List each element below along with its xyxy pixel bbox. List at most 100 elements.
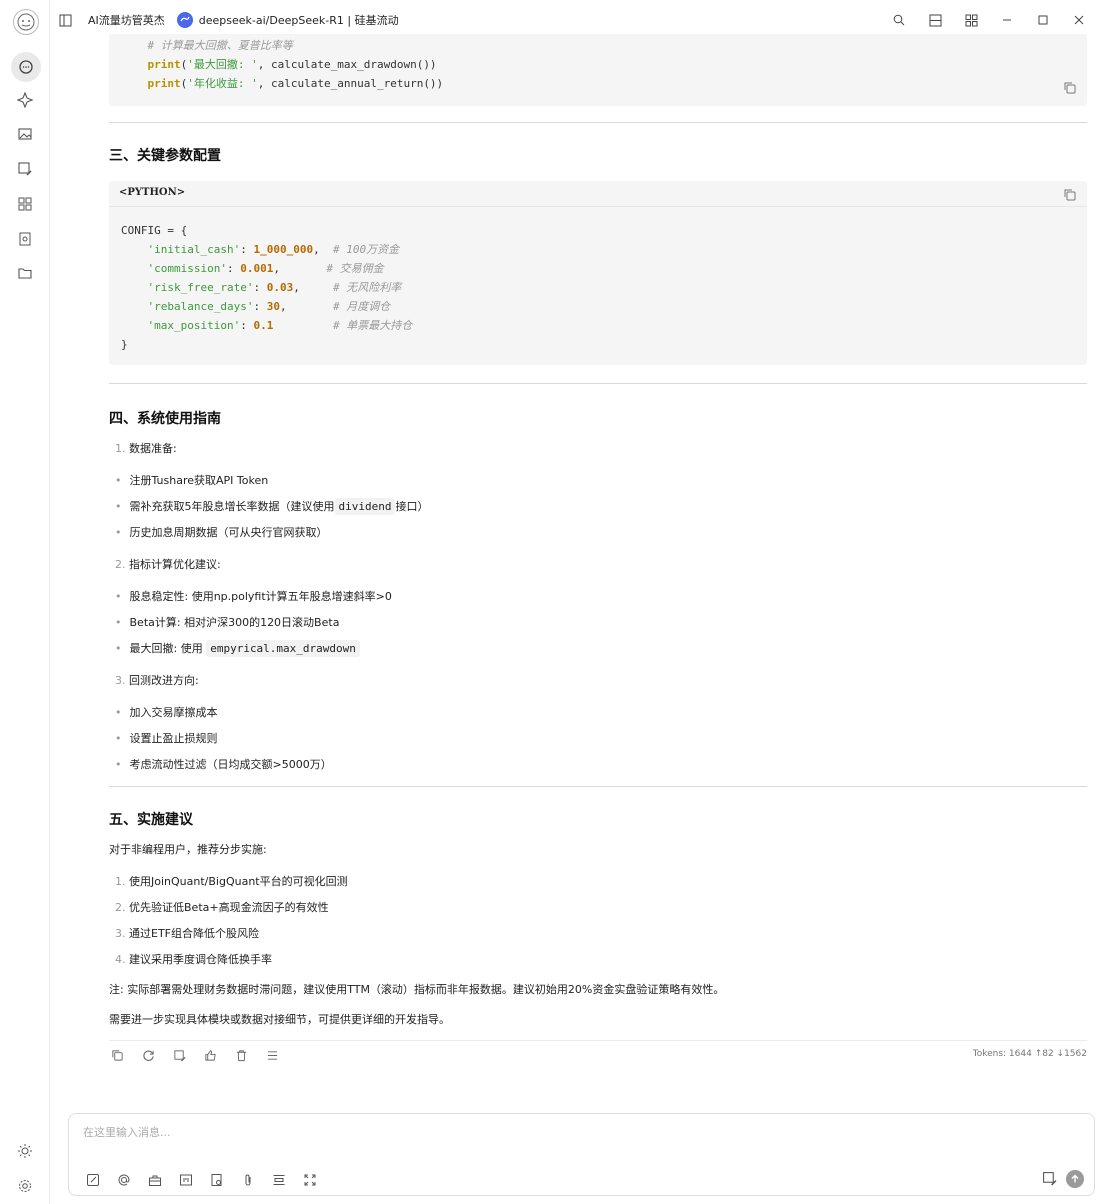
section-title: 五、实施建议 [109,812,193,828]
list-heading: 2. 指标计算优化建议: [115,558,1087,572]
nav-folder[interactable] [14,262,36,284]
model-title: deepseek-ai/DeepSeek-R1 | 硅基流动 [198,14,399,27]
code-text: , [279,300,333,313]
code-string: '最大回撤: ' [187,58,258,71]
input-toolbar [83,1172,320,1188]
theme-toggle[interactable] [14,1140,36,1162]
new-topic-icon[interactable] [83,1172,103,1188]
code-text: , [273,262,327,275]
config-value: 0.001 [240,262,274,275]
image-generate-icon[interactable] [1042,1171,1058,1187]
list-item: 3. 通过ETF组合降低个股风险 [115,927,1087,941]
clear-icon[interactable] [269,1172,289,1188]
image-icon [18,128,32,140]
doc-search-icon [19,232,31,246]
config-value: 30 [266,300,280,313]
mention-icon[interactable] [114,1172,134,1188]
menu-icon[interactable] [266,1047,280,1061]
config-key: 'initial_cash' [147,243,241,256]
config-comment: # 月度调仓 [332,300,391,313]
config-row: 'rebalance_days': 30, # 月度调仓 [147,300,391,313]
config-key: 'risk_free_rate' [147,281,254,294]
code-language-label: <PYTHON> [119,187,186,198]
sun-icon [18,1144,32,1158]
list-number: 2. [115,558,126,571]
list-heading: 3. 回测改进方向: [115,674,1087,688]
code-content: CONFIG = { 'initial_cash': 1_000_000, # … [121,221,412,354]
copy-icon[interactable] [1063,80,1077,94]
list-text: 接口） [395,500,429,513]
doc-search-icon[interactable] [207,1172,227,1188]
robot-avatar-icon [17,13,35,31]
code-keyword: print [147,77,181,90]
sidebar-toggle-icon[interactable] [58,13,72,27]
nav-images[interactable] [14,123,36,145]
config-key: 'commission' [147,262,227,275]
divider [109,786,1087,787]
code-keyword: print [147,58,181,71]
list-item: • 需补充获取5年股息增长率数据（建议使用 dividend 接口） [115,498,429,515]
toolbox-icon[interactable] [145,1172,165,1188]
arrow-up-icon [1071,1174,1079,1183]
avatar[interactable] [13,9,39,35]
send-button[interactable] [1066,1170,1084,1188]
list-text: 数据准备: [129,442,177,455]
list-text: 回测改进方向: [129,674,199,687]
config-row: 'commission': 0.001, # 交易佣金 [147,262,384,275]
deepseek-logo-icon [176,12,193,28]
list-text: 使用JoinQuant/BigQuant平台的可视化回测 [129,875,348,888]
section-title: 四、系统使用指南 [109,411,221,427]
copy-icon[interactable] [111,1047,125,1061]
settings[interactable] [14,1175,36,1197]
list-text: 指标计算优化建议: [129,558,221,571]
list-item: 4. 建议采用季度调仓降低换手率 [115,953,1087,967]
config-key: 'max_position' [147,319,241,332]
list-number: 3. [115,674,126,687]
nav-search-doc[interactable] [14,228,36,250]
message-input-box[interactable]: 在这里输入消息... [68,1113,1095,1196]
thumbs-up-icon[interactable] [204,1047,218,1061]
token-count: Tokens: 1644 ↑82 ↓1562 [972,1049,1087,1059]
nav-sparkle[interactable] [14,89,36,111]
left-rail [0,0,50,1204]
config-comment: # 无风险利率 [332,281,402,294]
nav-apps[interactable] [14,193,36,215]
config-value: 1_000_000 [253,243,314,256]
code-text: , calculate_annual_return()) [257,77,444,90]
folder-icon [18,268,32,279]
list-item: 1. 使用JoinQuant/BigQuant平台的可视化回测 [115,875,1087,889]
config-row: 'risk_free_rate': 0.03, # 无风险利率 [147,281,402,294]
list-text: 历史加息周期数据（可从央行官网获取） [129,526,328,539]
divider [109,122,1087,123]
expand-icon[interactable] [300,1172,320,1188]
list-item: • 股息稳定性: 使用np.polyfit计算五年股息增速斜率>0 [115,590,392,603]
list-text: 加入交易摩擦成本 [129,706,218,719]
knowledge-icon[interactable] [176,1172,196,1188]
config-value: 0.1 [253,319,274,332]
attachment-icon[interactable] [238,1172,258,1188]
config-comment: # 单票最大持仓 [332,319,413,332]
list-text: 建议采用季度调仓降低换手率 [129,953,272,966]
message-actions: Tokens: 1644 ↑82 ↓1562 [109,1040,1087,1066]
list-text: 优先验证低Beta+高现金流因子的有效性 [129,901,329,914]
nav-paint[interactable] [14,158,36,180]
image-edit-icon[interactable] [173,1047,187,1062]
list-text: 股息稳定性: 使用np.polyfit计算五年股息增速斜率>0 [129,590,392,603]
code-comment: # 计算最大回撤、夏普比率等 [121,39,293,52]
regenerate-icon[interactable] [142,1047,156,1061]
chat-message: # 计算最大回撤、夏普比率等 print('最大回撤: ', calculate… [109,34,1087,1027]
image-edit-icon [18,162,32,176]
list-item: • 历史加息周期数据（可从央行官网获取） [115,526,328,539]
list-number: 1. [115,875,126,888]
list-number: 1. [115,442,126,455]
message-input-placeholder[interactable]: 在这里输入消息... [83,1124,171,1140]
code-text: } [121,338,128,351]
list-text: 注册Tushare获取API Token [129,474,269,487]
trash-icon[interactable] [235,1047,249,1062]
copy-icon[interactable] [1063,187,1077,201]
list-item: • 加入交易摩擦成本 [115,706,218,719]
list-item: • 考虑流动性过滤（日均成交额>5000万） [115,758,332,771]
nav-chat[interactable] [11,52,41,82]
config-row: 'max_position': 0.1 # 单票最大持仓 [147,319,413,332]
